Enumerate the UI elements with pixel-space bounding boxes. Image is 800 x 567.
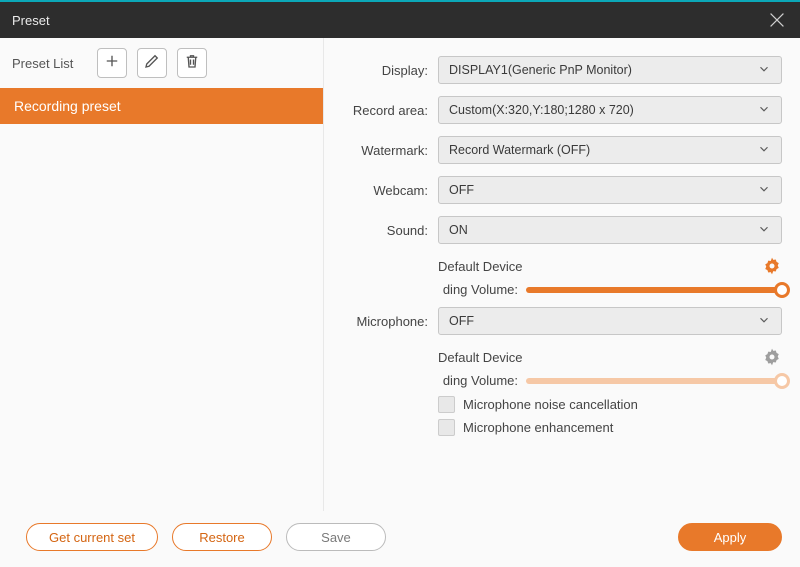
mic-settings-button[interactable]: [762, 347, 782, 367]
close-icon[interactable]: [766, 9, 788, 31]
pencil-icon: [143, 52, 161, 75]
slider-track: [526, 287, 782, 293]
settings-panel: Display: DISPLAY1(Generic PnP Monitor) R…: [324, 38, 800, 511]
mic-noise-cancel-label: Microphone noise cancellation: [463, 397, 638, 412]
record-area-label: Record area:: [324, 103, 438, 118]
webcam-label: Webcam:: [324, 183, 438, 198]
edit-preset-button[interactable]: [137, 48, 167, 78]
chevron-down-icon: [757, 142, 771, 159]
preset-list-label: Preset List: [12, 56, 73, 71]
mic-enhance-label: Microphone enhancement: [463, 420, 613, 435]
sound-volume-label: ding Volume:: [438, 282, 518, 297]
slider-thumb[interactable]: [774, 282, 790, 298]
webcam-value: OFF: [449, 183, 474, 197]
mic-noise-cancel-checkbox[interactable]: [438, 396, 455, 413]
restore-button[interactable]: Restore: [172, 523, 272, 551]
sound-select[interactable]: ON: [438, 216, 782, 244]
chevron-down-icon: [757, 102, 771, 119]
microphone-label: Microphone:: [324, 314, 438, 329]
get-current-set-button[interactable]: Get current set: [26, 523, 158, 551]
sound-settings-button[interactable]: [762, 256, 782, 276]
microphone-select[interactable]: OFF: [438, 307, 782, 335]
record-area-value: Custom(X:320,Y:180;1280 x 720): [449, 103, 634, 117]
microphone-value: OFF: [449, 314, 474, 328]
display-select[interactable]: DISPLAY1(Generic PnP Monitor): [438, 56, 782, 84]
delete-preset-button[interactable]: [177, 48, 207, 78]
window-title: Preset: [12, 13, 50, 28]
trash-icon: [183, 52, 201, 75]
mic-device-label: Default Device: [438, 350, 754, 365]
slider-track: [526, 378, 782, 384]
preset-item-recording[interactable]: Recording preset: [0, 88, 323, 124]
chevron-down-icon: [757, 313, 771, 330]
webcam-select[interactable]: OFF: [438, 176, 782, 204]
display-label: Display:: [324, 63, 438, 78]
watermark-select[interactable]: Record Watermark (OFF): [438, 136, 782, 164]
watermark-value: Record Watermark (OFF): [449, 143, 590, 157]
chevron-down-icon: [757, 182, 771, 199]
watermark-label: Watermark:: [324, 143, 438, 158]
sound-label: Sound:: [324, 223, 438, 238]
chevron-down-icon: [757, 62, 771, 79]
gear-icon: [762, 354, 782, 371]
sound-volume-slider[interactable]: [526, 287, 782, 293]
record-area-select[interactable]: Custom(X:320,Y:180;1280 x 720): [438, 96, 782, 124]
chevron-down-icon: [757, 222, 771, 239]
dialog-body: Preset List Recording preset Display: DI…: [0, 38, 800, 511]
gear-icon: [762, 263, 782, 280]
sidebar-header: Preset List: [0, 38, 323, 88]
footer: Get current set Restore Save Apply: [0, 511, 800, 567]
sound-value: ON: [449, 223, 468, 237]
apply-button[interactable]: Apply: [678, 523, 782, 551]
sound-device-label: Default Device: [438, 259, 754, 274]
mic-volume-slider[interactable]: [526, 378, 782, 384]
mic-enhance-checkbox[interactable]: [438, 419, 455, 436]
add-preset-button[interactable]: [97, 48, 127, 78]
title-bar: Preset: [0, 2, 800, 38]
sidebar: Preset List Recording preset: [0, 38, 324, 511]
mic-volume-label: ding Volume:: [438, 373, 518, 388]
save-button[interactable]: Save: [286, 523, 386, 551]
plus-icon: [103, 52, 121, 75]
slider-thumb[interactable]: [774, 373, 790, 389]
display-value: DISPLAY1(Generic PnP Monitor): [449, 63, 632, 77]
